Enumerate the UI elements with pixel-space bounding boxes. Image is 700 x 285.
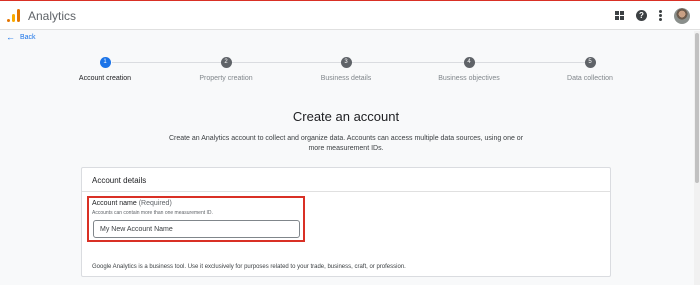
page-description: Create an Analytics account to collect a… <box>168 135 524 152</box>
page-scrollbar[interactable] <box>694 31 700 285</box>
account-details-card: Account details Account name (Required) … <box>81 167 611 277</box>
account-name-input[interactable] <box>93 220 300 238</box>
required-marker: (Required) <box>138 200 172 207</box>
step-account-creation: 1 Account creation <box>50 57 160 82</box>
card-title: Account details <box>92 176 147 185</box>
business-use-notice: Google Analytics is a business tool. Use… <box>92 264 406 270</box>
page-title: Create an account <box>292 109 400 124</box>
step-label: Data collection <box>567 75 613 82</box>
apps-grid-icon[interactable] <box>615 11 624 20</box>
app-title: Analytics <box>28 9 77 23</box>
step-property-creation: 2 Property creation <box>171 57 281 82</box>
divider <box>82 191 610 192</box>
avatar[interactable] <box>674 8 690 24</box>
step-label: Property creation <box>199 75 253 82</box>
step-number-badge: 4 <box>463 57 475 68</box>
step-label: Account creation <box>78 75 132 82</box>
field-hint: Accounts can contain more than one measu… <box>92 210 213 216</box>
account-name-label: Account name (Required) <box>92 200 172 207</box>
help-icon[interactable]: ? <box>636 10 647 21</box>
app-header: Analytics ? <box>0 1 700 30</box>
back-link[interactable]: ← Back <box>6 33 36 42</box>
back-label: Back <box>20 34 36 41</box>
step-number-badge: 2 <box>220 57 232 68</box>
step-number-badge: 3 <box>340 57 352 68</box>
step-data-collection: 5 Data collection <box>535 57 645 82</box>
arrow-back-icon: ← <box>6 32 15 42</box>
step-label: Business objectives <box>438 75 500 82</box>
step-label: Business details <box>320 75 372 82</box>
analytics-logo-icon <box>7 9 20 22</box>
field-label-text: Account name <box>92 200 137 207</box>
step-business-objectives: 4 Business objectives <box>414 57 524 82</box>
step-business-details: 3 Business details <box>291 57 401 82</box>
step-number-badge: 5 <box>584 57 596 68</box>
more-vert-icon[interactable] <box>659 10 662 21</box>
step-number-badge: 1 <box>99 57 111 68</box>
scrollbar-thumb[interactable] <box>695 33 699 183</box>
